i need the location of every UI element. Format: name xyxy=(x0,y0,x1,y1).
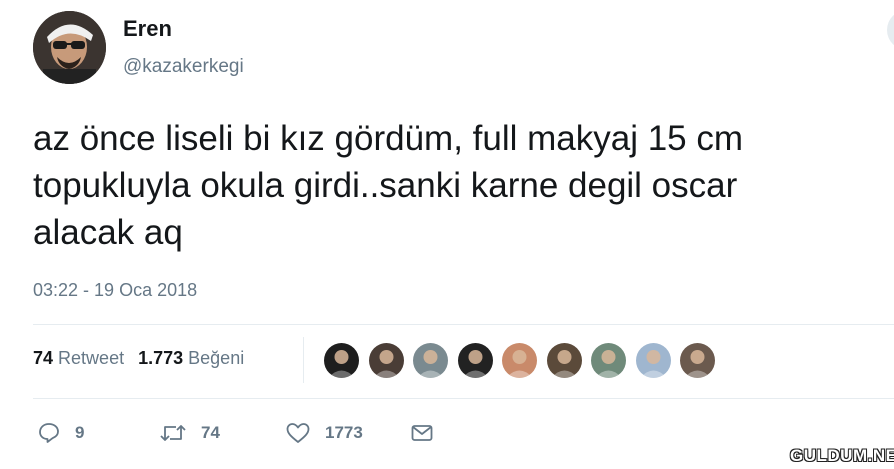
retweet-count: 74 xyxy=(201,423,220,442)
retweets-stat[interactable]: 74 Retweet xyxy=(33,348,124,368)
tweet-line: topukluyla okula girdi..sanki karne degi… xyxy=(33,166,738,205)
liker-avatar[interactable] xyxy=(413,343,448,378)
engagement-stats: 74 Retweet 1.773 Beğeni xyxy=(33,348,244,369)
retweets-count: 74 xyxy=(33,348,54,368)
reply-icon xyxy=(39,423,59,443)
reply-button[interactable]: 9 xyxy=(37,418,84,448)
liker-avatar[interactable] xyxy=(635,343,671,378)
watermark: GULDUM.NET xyxy=(790,446,894,465)
tweet-timestamp[interactable]: 03:22 - 19 Oca 2018 xyxy=(33,280,197,301)
liker-avatar[interactable] xyxy=(546,343,582,378)
heart-icon xyxy=(286,423,310,443)
tweet-text: az önce liseli bi kız gördüm, full makya… xyxy=(33,115,894,256)
divider xyxy=(33,324,894,325)
tweet-line: alacak aq xyxy=(33,213,183,252)
liker-avatar[interactable] xyxy=(502,343,537,378)
likes-stat[interactable]: 1.773 Beğeni xyxy=(138,348,244,368)
liker-avatar[interactable] xyxy=(368,343,404,378)
user-name[interactable]: Eren xyxy=(123,16,172,42)
stats-separator xyxy=(303,337,304,383)
likes-count: 1.773 xyxy=(138,348,184,368)
divider xyxy=(33,398,894,399)
retweet-button[interactable]: 74 xyxy=(159,418,220,448)
retweets-label: Retweet xyxy=(58,348,125,368)
liker-avatar[interactable] xyxy=(457,343,493,378)
retweet-icon xyxy=(160,425,186,441)
profile-photo xyxy=(33,11,106,84)
user-handle[interactable]: @kazakerkegi xyxy=(123,56,244,78)
follow-button[interactable] xyxy=(887,10,894,50)
liker-avatar[interactable] xyxy=(591,343,626,378)
liker-avatar[interactable] xyxy=(680,343,715,378)
tweet-line: az önce liseli bi kız gördüm, full makya… xyxy=(33,119,743,158)
reply-count: 9 xyxy=(75,423,85,442)
likes-label: Beğeni xyxy=(188,348,245,368)
direct-message-button[interactable] xyxy=(410,418,434,448)
like-count: 1773 xyxy=(325,423,363,442)
envelope-icon xyxy=(411,425,433,441)
profile-avatar[interactable] xyxy=(33,11,106,84)
liker-avatar[interactable] xyxy=(324,343,359,378)
like-button[interactable]: 1773 xyxy=(285,418,363,448)
